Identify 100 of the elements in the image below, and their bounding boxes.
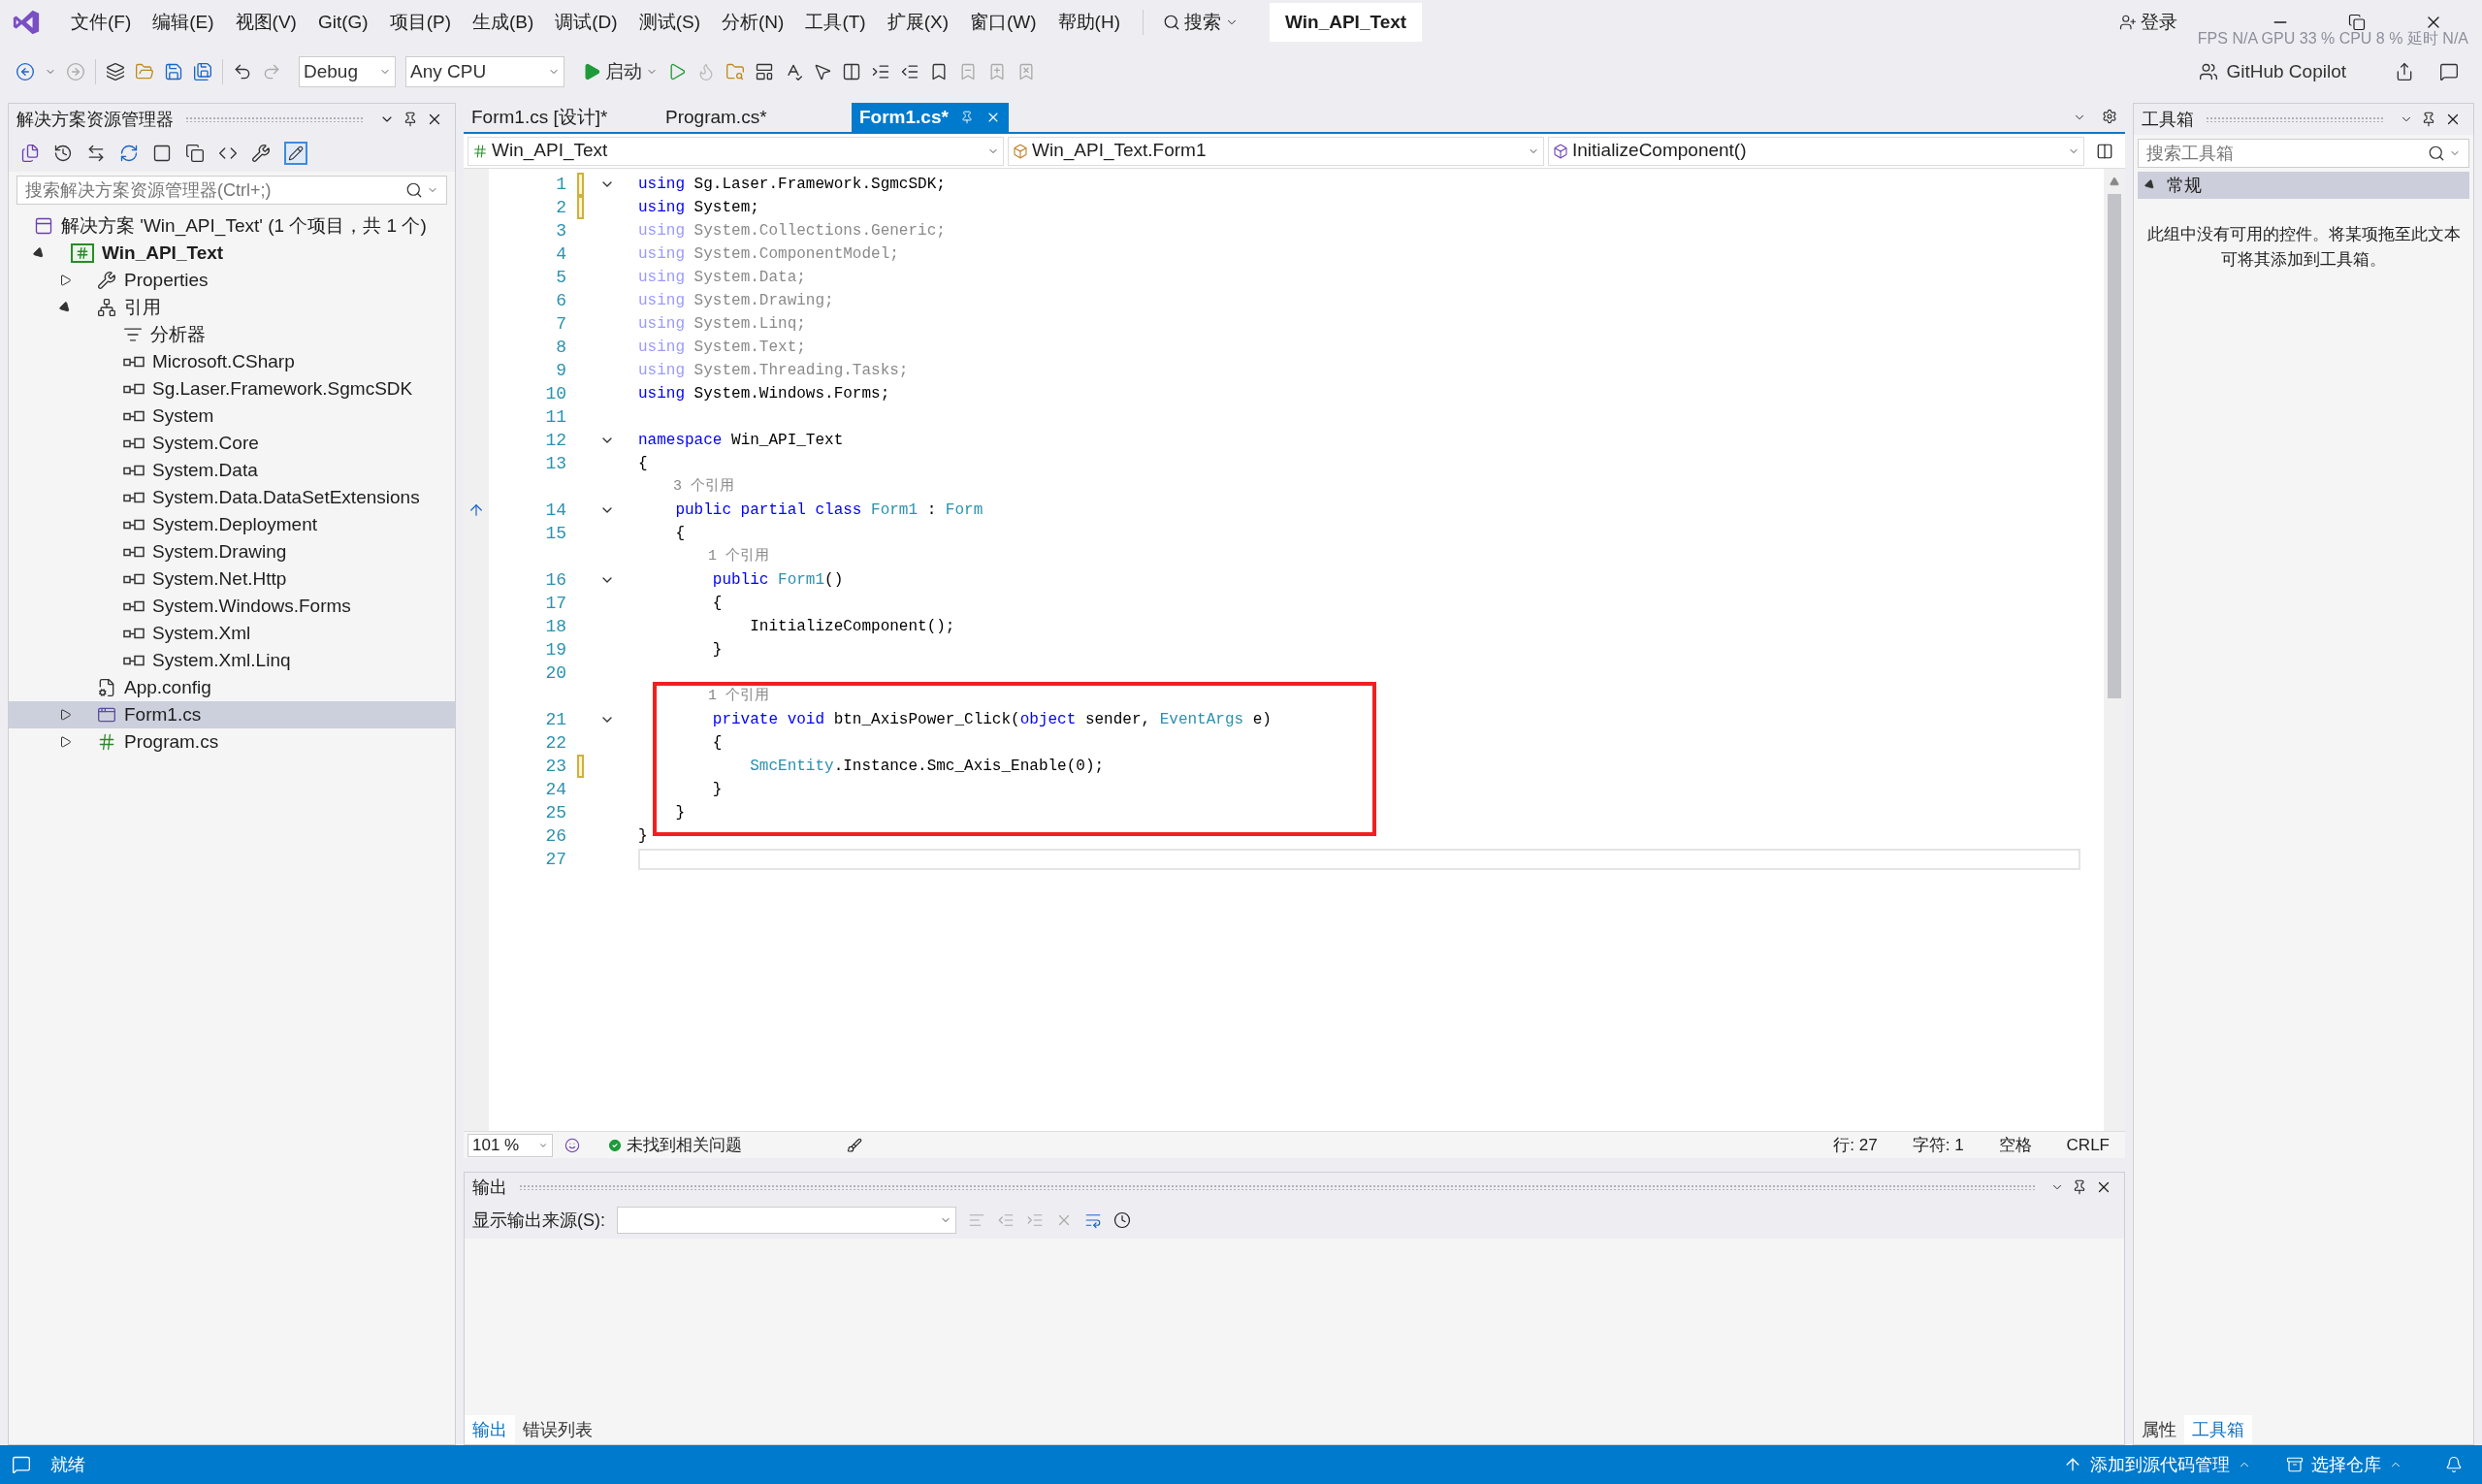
indent-indicator[interactable]: 空格 (1998, 1132, 2032, 1158)
menu-item[interactable]: 窗口(W) (959, 4, 1048, 41)
clock-icon[interactable] (1113, 1211, 1131, 1229)
folder-icon[interactable] (135, 62, 154, 81)
tree-item[interactable]: System.Data.DataSetExtensions (9, 484, 455, 511)
menu-item[interactable]: 文件(F) (60, 4, 143, 41)
panel-tab[interactable]: 错误列表 (515, 1415, 600, 1444)
tree-item[interactable]: System.Drawing (9, 538, 455, 565)
navigation-dropdown[interactable]: Win_API_Text.Form1 (1008, 136, 1544, 166)
pointer-icon[interactable] (813, 62, 832, 81)
start-button[interactable]: 启动 (582, 57, 658, 86)
user-plus-icon[interactable] (2119, 14, 2137, 31)
logo-icon[interactable] (12, 8, 41, 37)
pin-icon[interactable] (2421, 112, 2436, 127)
menu-item[interactable]: 视图(V) (224, 4, 307, 41)
navigation-dropdown[interactable]: Win_API_Text (467, 136, 1004, 166)
toolbox-group[interactable]: 常规 (2138, 172, 2469, 199)
copy-icon[interactable] (185, 144, 205, 163)
history-icon[interactable] (53, 144, 73, 163)
layout-icon[interactable] (755, 62, 774, 81)
search-icon[interactable] (1163, 14, 1180, 31)
editor-tab[interactable]: Program.cs* (658, 103, 852, 132)
columns-icon[interactable] (842, 62, 861, 81)
wrap-icon[interactable] (1084, 1211, 1102, 1229)
menu-item[interactable]: 测试(S) (628, 4, 711, 41)
tree-item[interactable]: System.Net.Http (9, 565, 455, 593)
archive-icon[interactable] (2286, 1456, 2304, 1473)
people-icon[interactable] (2199, 62, 2219, 81)
collapse-icon[interactable] (152, 144, 172, 163)
menu-item[interactable]: 生成(B) (461, 4, 545, 41)
tree-item[interactable]: Sg.Laser.Framework.SgmcSDK (9, 375, 455, 403)
tree-item[interactable]: System.Xml.Linq (9, 647, 455, 674)
line-indicator[interactable]: 行: 27 (1833, 1132, 1878, 1158)
panel-tab[interactable]: 属性 (2134, 1415, 2184, 1444)
tree-item[interactable]: Properties (9, 267, 455, 294)
undo-icon[interactable] (233, 62, 252, 81)
issues-status[interactable]: 未找到相关问题 (607, 1132, 742, 1158)
menu-item[interactable]: Git(G) (306, 4, 379, 41)
tree-item[interactable]: System.Data (9, 457, 455, 484)
tree-item[interactable]: System.Deployment (9, 511, 455, 538)
menu-item[interactable]: 工具(T) (794, 4, 877, 41)
configuration-dropdown[interactable]: Debug (299, 56, 396, 87)
platform-dropdown[interactable]: Any CPU (405, 56, 564, 87)
split-icon[interactable] (2096, 142, 2113, 160)
tree-item[interactable]: Form1.cs (9, 701, 455, 728)
reference-count[interactable]: 1 个引用 (638, 545, 769, 568)
refresh-icon[interactable] (119, 144, 139, 163)
tree-item[interactable]: System.Xml (9, 620, 455, 647)
copilot-button[interactable]: GitHub Copilot (2199, 57, 2346, 86)
folder-search-icon[interactable] (725, 62, 745, 81)
search-icon[interactable] (405, 181, 423, 199)
source-control-button[interactable]: 添加到源代码管理 (2063, 1451, 2251, 1478)
collapsed-icon[interactable] (60, 709, 72, 721)
files-icon[interactable] (20, 144, 40, 163)
layers-icon[interactable] (106, 62, 125, 81)
line-ending-indicator[interactable]: CRLF (2066, 1132, 2110, 1158)
sign-in-button[interactable]: 登录 (2119, 8, 2177, 37)
tree-item[interactable]: Win_API_Text (9, 240, 455, 267)
feedback-icon[interactable] (2439, 62, 2459, 81)
menu-item[interactable]: 项目(P) (378, 4, 462, 41)
output-icon[interactable] (12, 1455, 31, 1474)
wrench-icon[interactable] (251, 144, 271, 163)
tree-item[interactable]: System.Windows.Forms (9, 593, 455, 620)
tree-item[interactable]: System.Core (9, 430, 455, 457)
tree-item[interactable]: Program.cs (9, 728, 455, 756)
search-button[interactable]: 搜索 (1155, 8, 1246, 37)
tree-item[interactable]: App.config (9, 674, 455, 701)
feedback-icon[interactable] (564, 1137, 580, 1153)
tree-item[interactable]: 引用 (9, 294, 455, 321)
scrollbar[interactable] (2104, 169, 2125, 1131)
save-icon[interactable] (164, 62, 183, 81)
menu-item[interactable]: 帮助(H) (1047, 4, 1131, 41)
reference-count[interactable]: 1 个引用 (638, 685, 769, 708)
repository-button[interactable]: 选择仓库 (2286, 1451, 2402, 1478)
tree-item[interactable]: 解决方案 'Win_API_Text' (1 个项目，共 1 个) (9, 212, 455, 240)
tree-item[interactable]: Microsoft.CSharp (9, 348, 455, 375)
panel-tab[interactable]: 工具箱 (2184, 1415, 2252, 1444)
settings-icon[interactable] (2102, 109, 2117, 124)
navigation-dropdown[interactable]: InitializeComponent() (1548, 136, 2084, 166)
scroll-up-icon[interactable] (2110, 177, 2119, 186)
pin-icon[interactable] (2072, 1179, 2087, 1195)
tree-item[interactable]: 分析器 (9, 321, 455, 348)
sync-icon[interactable] (86, 144, 106, 163)
search-field[interactable]: 搜索解决方案资源管理器(Ctrl+;) (16, 176, 447, 205)
menu-item[interactable]: 扩展(X) (876, 4, 959, 41)
tree-item[interactable]: System (9, 403, 455, 430)
pin-icon[interactable] (403, 112, 418, 127)
panel-tab[interactable]: 输出 (465, 1415, 515, 1444)
collapsed-icon[interactable] (60, 274, 72, 286)
brush-icon[interactable] (847, 1137, 862, 1153)
notification-icon[interactable] (2445, 1456, 2463, 1473)
search-icon[interactable] (2428, 145, 2445, 162)
zoom-dropdown[interactable]: 101 % (467, 1133, 553, 1157)
column-indicator[interactable]: 字符: 1 (1912, 1132, 1964, 1158)
share-icon[interactable] (2395, 62, 2414, 81)
reference-count[interactable]: 3 个引用 (638, 475, 734, 499)
collapsed-icon[interactable] (60, 736, 72, 748)
back-icon[interactable] (16, 62, 35, 81)
menu-item[interactable]: 调试(D) (544, 4, 629, 41)
restore-icon[interactable] (2348, 14, 2366, 31)
